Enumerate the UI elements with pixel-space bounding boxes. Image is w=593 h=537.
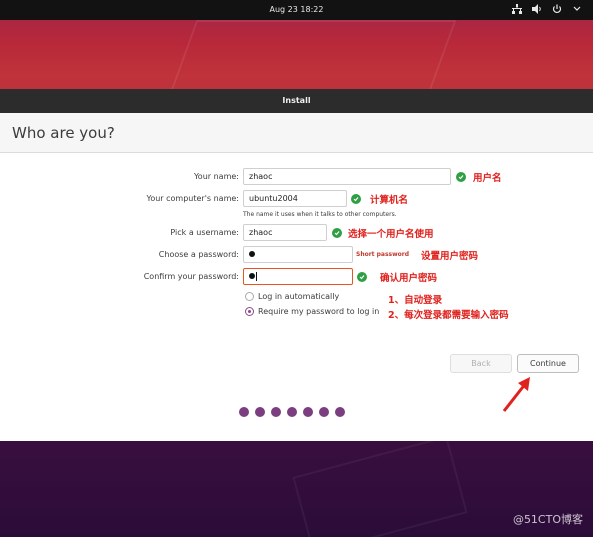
- progress-dot: [303, 407, 313, 417]
- check-icon: [456, 172, 466, 182]
- login-automatically-option[interactable]: Log in automatically: [245, 292, 339, 301]
- computer-name-hint: The name it uses when it talks to other …: [243, 211, 397, 218]
- progress-dot: [287, 407, 297, 417]
- confirm-password-label: Confirm your password:: [143, 272, 239, 281]
- require-password-label: Require my password to log in: [258, 307, 380, 316]
- annotation-password: 设置用户密码: [421, 251, 479, 262]
- annotation-option-1: 1、自动登录: [388, 295, 443, 306]
- check-icon: [357, 272, 367, 282]
- annotation-option-2: 2、每次登录都需要输入密码: [388, 310, 509, 321]
- password-dot: [249, 273, 255, 279]
- progress-dot: [255, 407, 265, 417]
- confirm-password-input[interactable]: [243, 268, 353, 285]
- progress-dot: [271, 407, 281, 417]
- installer-window: Install Who are you? Your name: zhaoc 用户…: [0, 89, 593, 441]
- back-button[interactable]: Back: [450, 354, 512, 373]
- annotation-computer: 计算机名: [370, 195, 409, 206]
- annotation-confirm: 确认用户密码: [380, 273, 438, 284]
- annotation-name: 用户名: [473, 173, 502, 184]
- username-label: Pick a username:: [170, 228, 239, 237]
- password-dot: [249, 251, 255, 257]
- name-label: Your name:: [193, 172, 239, 181]
- require-password-option[interactable]: Require my password to log in: [245, 307, 379, 316]
- volume-icon[interactable]: [531, 3, 543, 15]
- page-header: Who are you?: [0, 113, 593, 153]
- progress-dot: [319, 407, 329, 417]
- login-automatically-label: Log in automatically: [258, 292, 340, 301]
- radio-button[interactable]: [245, 307, 254, 316]
- radio-button[interactable]: [245, 292, 254, 301]
- page-title: Who are you?: [12, 124, 115, 142]
- progress-indicator: [239, 407, 345, 417]
- top-bar: Aug 23 18:22: [0, 0, 593, 20]
- name-input[interactable]: zhaoc: [243, 168, 451, 185]
- chevron-down-icon[interactable]: [571, 3, 583, 15]
- arrow-annotation: [502, 377, 530, 412]
- progress-dot: [335, 407, 345, 417]
- network-icon[interactable]: [511, 3, 523, 15]
- computer-name-label: Your computer's name:: [146, 194, 240, 203]
- text-caret: [256, 272, 257, 281]
- password-strength: Short password: [356, 251, 410, 258]
- username-input[interactable]: zhaoc: [243, 224, 327, 241]
- clock[interactable]: Aug 23 18:22: [0, 5, 593, 14]
- window-title: Install: [0, 89, 593, 113]
- check-icon: [332, 228, 342, 238]
- password-input[interactable]: [243, 246, 353, 263]
- watermark: @51CTO博客: [512, 513, 583, 526]
- system-tray[interactable]: [511, 3, 583, 15]
- password-label: Choose a password:: [158, 250, 239, 259]
- computer-name-input[interactable]: ubuntu2004: [243, 190, 347, 207]
- wallpaper-shape: [292, 435, 468, 537]
- check-icon: [351, 194, 361, 204]
- continue-button[interactable]: Continue: [517, 354, 579, 373]
- progress-dot: [239, 407, 249, 417]
- power-icon[interactable]: [551, 3, 563, 15]
- annotation-username: 选择一个用户名使用: [348, 229, 434, 240]
